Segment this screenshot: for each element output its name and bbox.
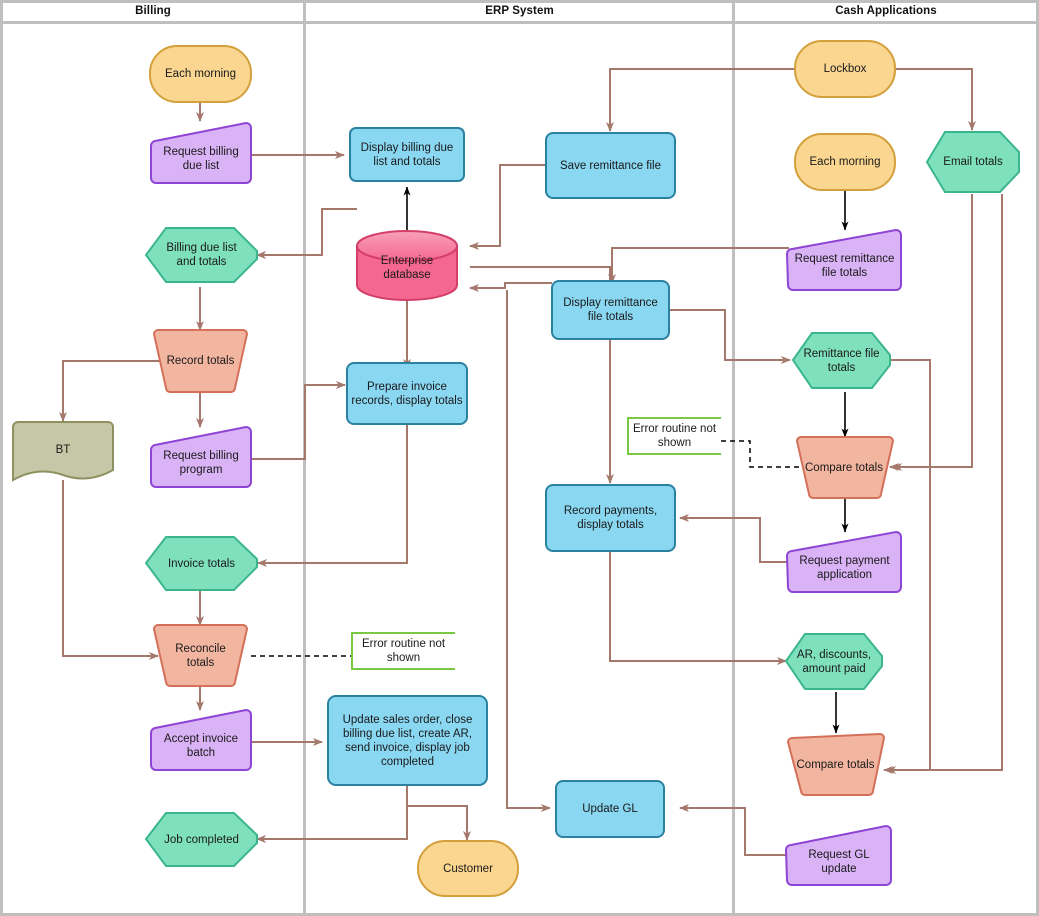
node-display-billing-due-list-and-totals[interactable] [349, 127, 465, 182]
node-email-totals[interactable] [925, 131, 1020, 193]
node-display-remittance-file-totals[interactable] [551, 280, 670, 340]
lane-title-billing: Billing [135, 5, 171, 17]
node-job-completed[interactable] [144, 812, 258, 867]
node-remittance-file-totals[interactable] [791, 332, 891, 389]
flowchart-canvas: Billing ERP System Cash Applications Eac… [0, 0, 1039, 916]
node-reconcile-totals[interactable] [152, 624, 249, 687]
node-error-routine-note-lower [351, 632, 455, 670]
node-error-routine-note-upper [627, 417, 721, 455]
node-customer[interactable] [417, 840, 519, 897]
node-update-gl[interactable] [555, 780, 665, 838]
flowchart-svg [0, 0, 1039, 916]
node-enterprise-database[interactable] [356, 230, 458, 301]
node-compare-totals-lower[interactable] [786, 732, 886, 796]
node-each-morning-billing[interactable] [149, 45, 252, 103]
node-each-morning-cash[interactable] [794, 133, 896, 191]
node-prepare-invoice-records[interactable] [346, 362, 468, 425]
node-lockbox[interactable] [794, 40, 896, 98]
node-compare-totals-upper[interactable] [795, 436, 895, 499]
lane-title-erp: ERP System [485, 5, 554, 17]
node-save-remittance-file[interactable] [545, 132, 676, 199]
node-ar-discounts-amount-paid[interactable] [784, 633, 883, 690]
node-record-payments-display-totals[interactable] [545, 484, 676, 552]
node-update-sales-order[interactable] [327, 695, 488, 786]
node-billing-due-list-and-totals[interactable] [144, 227, 258, 283]
node-invoice-totals[interactable] [144, 536, 258, 591]
lane-title-cash: Cash Applications [835, 5, 937, 17]
node-record-totals[interactable] [152, 329, 249, 393]
node-bt[interactable] [12, 421, 114, 482]
